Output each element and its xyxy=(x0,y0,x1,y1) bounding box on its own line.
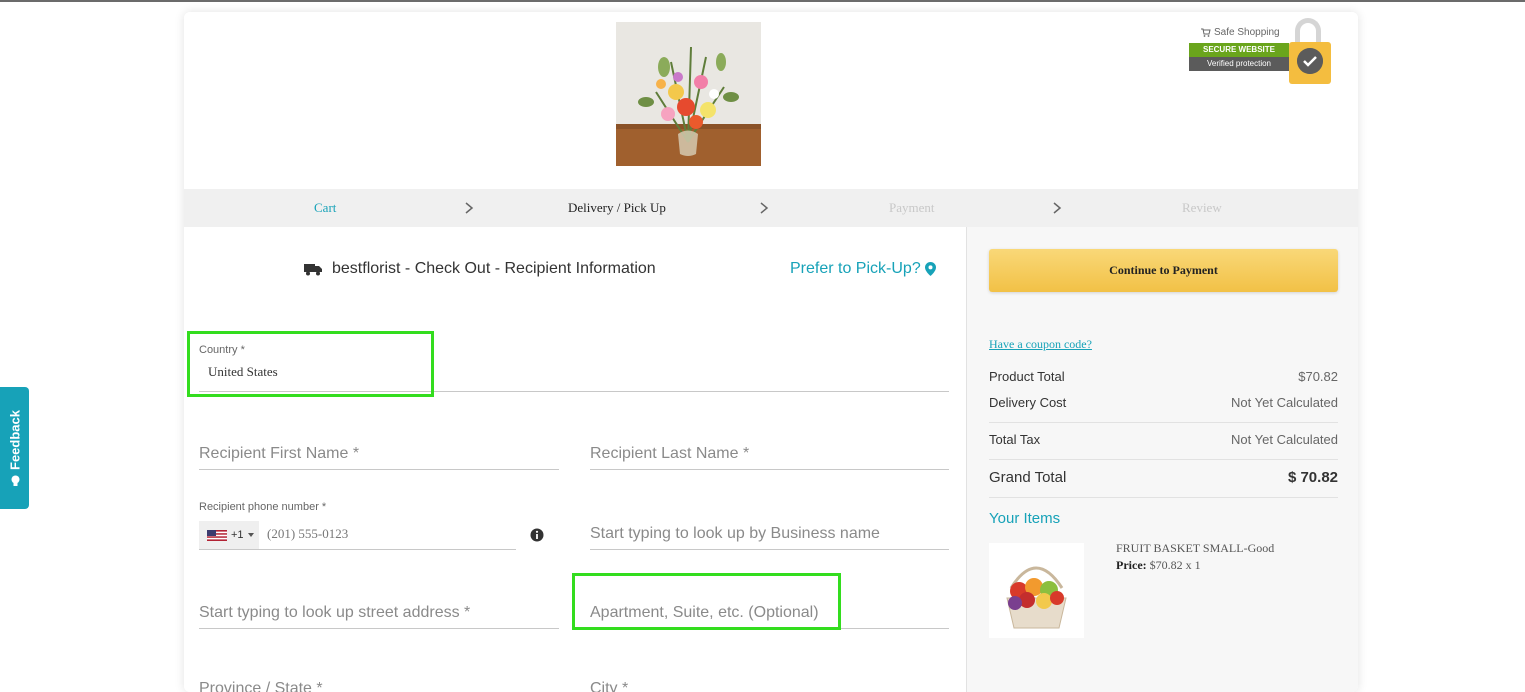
your-items-heading: Your Items xyxy=(989,510,1061,527)
step-payment: Payment xyxy=(889,200,935,215)
business-placeholder: Start typing to look up by Business name xyxy=(590,525,880,542)
feedback-tab[interactable]: Feedback xyxy=(0,387,29,509)
street-placeholder: Start typing to look up street address * xyxy=(199,604,471,621)
checkmark-icon xyxy=(1297,48,1323,74)
checkout-steps: Cart Delivery / Pick Up Payment Review xyxy=(184,189,1358,227)
chevron-right-icon xyxy=(760,202,769,214)
form-title: bestflorist - Check Out - Recipient Info… xyxy=(304,260,656,278)
grand-total-row: Grand Total $ 70.82 xyxy=(989,469,1338,486)
safe-shopping-text: Safe Shopping xyxy=(1214,27,1280,38)
delivery-cost-row: Delivery Cost Not Yet Calculated xyxy=(989,395,1338,410)
map-marker-icon xyxy=(924,262,936,276)
chevron-right-icon xyxy=(465,202,474,214)
coupon-link[interactable]: Have a coupon code? xyxy=(989,337,1092,352)
last-name-placeholder: Recipient Last Name * xyxy=(590,445,750,462)
prefer-pickup-link[interactable]: Prefer to Pick-Up? xyxy=(790,260,936,278)
lightbulb-icon xyxy=(10,475,19,486)
first-name-placeholder: Recipient First Name * xyxy=(199,445,360,462)
caret-down-icon xyxy=(247,533,254,537)
item-price-label: Price: xyxy=(1116,558,1147,572)
step-cart[interactable]: Cart xyxy=(314,189,336,227)
total-tax-label: Total Tax xyxy=(989,432,1041,447)
highlight-country xyxy=(187,331,434,397)
total-tax-value: Not Yet Calculated xyxy=(1231,432,1338,447)
country-code-dropdown[interactable]: +1 xyxy=(199,521,259,549)
header: Safe Shopping SECURE WEBSITE Verified pr… xyxy=(184,12,1358,189)
prefer-pickup-text[interactable]: Prefer to Pick-Up? xyxy=(790,260,921,278)
product-total-label: Product Total xyxy=(989,369,1065,384)
feedback-label: Feedback xyxy=(7,410,22,470)
flower-arrangement-image xyxy=(616,22,761,166)
country-code: +1 xyxy=(231,529,244,541)
form-title-text: bestflorist - Check Out - Recipient Info… xyxy=(332,260,656,277)
step-delivery[interactable]: Delivery / Pick Up xyxy=(568,189,666,227)
truck-icon xyxy=(304,264,322,276)
grand-total-value: $ 70.82 xyxy=(1287,469,1338,486)
highlight-apartment xyxy=(572,573,841,630)
top-rule xyxy=(0,0,1525,2)
order-summary: Continue to Payment Have a coupon code? … xyxy=(966,227,1358,692)
phone-label: Recipient phone number * xyxy=(199,501,327,513)
divider xyxy=(989,497,1338,498)
chevron-right-icon xyxy=(1053,202,1062,214)
province-select[interactable]: Province / State * xyxy=(199,667,559,692)
product-total-value: $70.82 xyxy=(1298,369,1338,384)
phone-input[interactable]: Recipient phone number * +1 (201) 555-01… xyxy=(199,489,516,550)
delivery-cost-value: Not Yet Calculated xyxy=(1231,395,1338,410)
secure-website-label: SECURE WEBSITE xyxy=(1189,43,1289,57)
verified-protection-label: Verified protection xyxy=(1189,57,1289,71)
recipient-form: bestflorist - Check Out - Recipient Info… xyxy=(184,227,966,692)
product-total-row: Product Total $70.82 xyxy=(989,369,1338,384)
divider xyxy=(989,459,1338,460)
us-flag-icon xyxy=(207,529,227,541)
fruit-basket-image xyxy=(989,543,1084,638)
delivery-cost-label: Delivery Cost xyxy=(989,395,1067,410)
item-name: FRUIT BASKET SMALL-Good xyxy=(1116,541,1275,555)
last-name-input[interactable]: Recipient Last Name * xyxy=(590,432,949,470)
business-lookup-input[interactable]: Start typing to look up by Business name xyxy=(590,512,949,550)
city-input[interactable]: City * xyxy=(590,667,949,692)
grand-total-label: Grand Total xyxy=(989,469,1067,486)
cart-icon xyxy=(1201,28,1211,37)
secure-website-badge: Safe Shopping SECURE WEBSITE Verified pr… xyxy=(1189,18,1334,88)
step-review: Review xyxy=(1182,200,1222,215)
item-price: Price: $70.82 x 1 xyxy=(1116,558,1201,573)
phone-placeholder: (201) 555-0123 xyxy=(267,526,349,541)
item-price-value: $70.82 x 1 xyxy=(1149,558,1201,572)
checkout-card: Safe Shopping SECURE WEBSITE Verified pr… xyxy=(184,12,1358,692)
divider xyxy=(989,422,1338,423)
street-address-input[interactable]: Start typing to look up street address * xyxy=(199,591,559,629)
info-icon[interactable] xyxy=(530,528,544,542)
total-tax-row: Total Tax Not Yet Calculated xyxy=(989,432,1338,447)
continue-to-payment-button[interactable]: Continue to Payment xyxy=(989,249,1338,292)
first-name-input[interactable]: Recipient First Name * xyxy=(199,432,559,470)
